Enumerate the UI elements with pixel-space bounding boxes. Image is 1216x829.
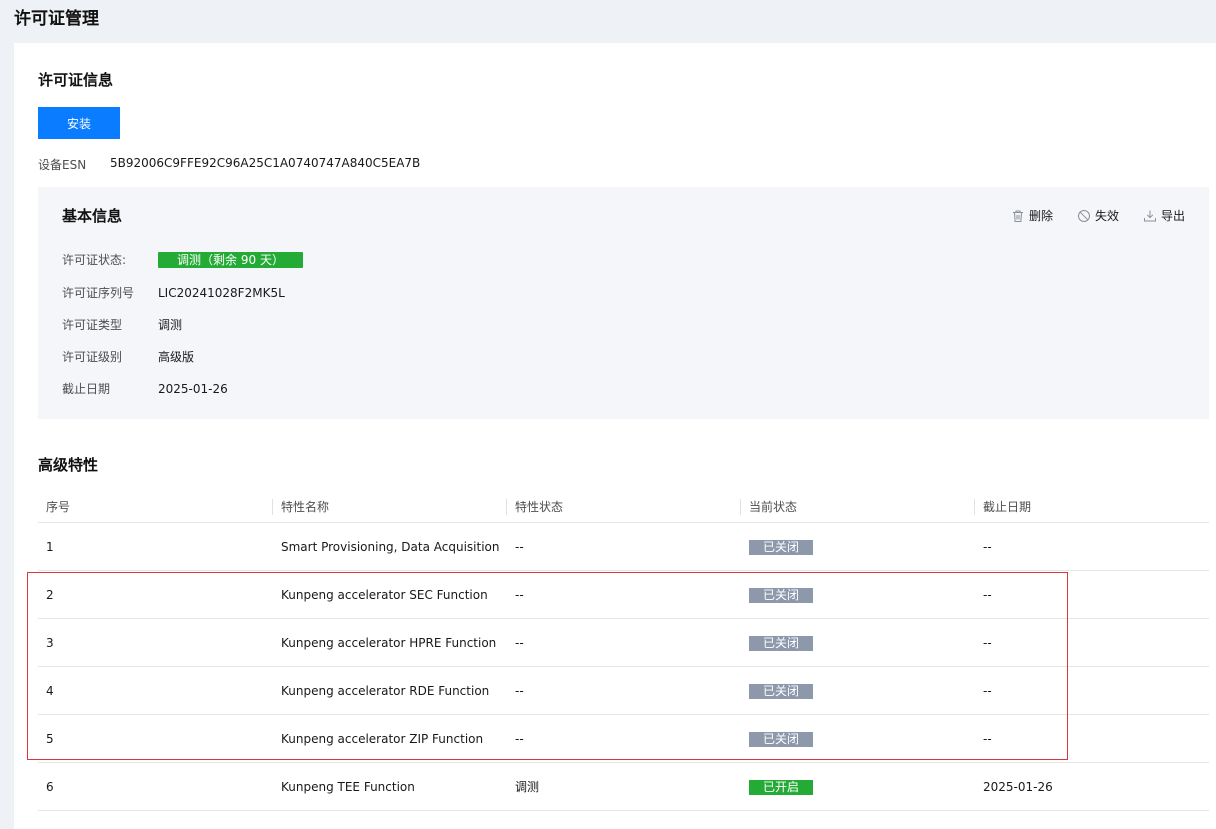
cell-no: 2 bbox=[46, 588, 54, 602]
table-row: 1 Smart Provisioning, Data Acquisition -… bbox=[38, 523, 1209, 571]
col-separator[interactable] bbox=[740, 499, 741, 515]
cell-current-status: 已关闭 bbox=[749, 667, 813, 715]
cell-name: Kunpeng accelerator HPRE Function bbox=[281, 636, 497, 650]
table-header: 序号 特性名称 特性状态 当前状态 截止日期 bbox=[38, 491, 1209, 523]
main-card: 许可证信息 安装 设备ESN 5B92006C9FFE92C96A25C1A07… bbox=[14, 43, 1216, 829]
cell-name: Kunpeng accelerator ZIP Function bbox=[281, 732, 484, 746]
basic-info-title: 基本信息 bbox=[62, 207, 123, 225]
export-label: 导出 bbox=[1160, 209, 1185, 223]
col-header-expiry: 截止日期 bbox=[983, 500, 1032, 514]
status-pill-closed: 已关闭 bbox=[749, 636, 813, 651]
level-row: 许可证级别 高级版 bbox=[62, 348, 194, 365]
export-button[interactable]: 导出 bbox=[1143, 207, 1185, 224]
col-separator[interactable] bbox=[272, 499, 273, 515]
cell-expiry: 2025-01-26 bbox=[983, 780, 1053, 794]
features-title: 高级特性 bbox=[38, 456, 99, 474]
expiry-row: 截止日期 2025-01-26 bbox=[62, 380, 228, 397]
cell-expiry: -- bbox=[983, 540, 992, 554]
cell-no: 6 bbox=[46, 780, 54, 794]
cell-current-status: 已关闭 bbox=[749, 523, 813, 571]
serial-row: 许可证序列号 LIC20241028F2MK5L bbox=[62, 284, 285, 301]
table-row: 4 Kunpeng accelerator RDE Function -- 已关… bbox=[38, 667, 1209, 715]
cell-feature-status: 调测 bbox=[515, 780, 540, 794]
page-title: 许可证管理 bbox=[14, 9, 99, 29]
invalidate-button[interactable]: 失效 bbox=[1077, 207, 1119, 224]
level-value: 高级版 bbox=[158, 350, 195, 364]
cell-expiry: -- bbox=[983, 588, 992, 602]
col-header-feature-status: 特性状态 bbox=[515, 500, 564, 514]
license-info-title: 许可证信息 bbox=[38, 71, 114, 89]
type-row: 许可证类型 调测 bbox=[62, 316, 182, 333]
col-header-current-status: 当前状态 bbox=[749, 500, 798, 514]
col-separator[interactable] bbox=[974, 499, 975, 515]
cell-no: 5 bbox=[46, 732, 54, 746]
cell-no: 4 bbox=[46, 684, 54, 698]
cell-name: Kunpeng TEE Function bbox=[281, 780, 415, 794]
status-row: 许可证状态: 调测（剩余 90 天） bbox=[62, 251, 303, 268]
invalidate-label: 失效 bbox=[1094, 209, 1119, 223]
features-table: 序号 特性名称 特性状态 当前状态 截止日期 1 Smart Provision… bbox=[38, 491, 1209, 811]
delete-button[interactable]: 删除 bbox=[1011, 207, 1053, 224]
status-badge: 调测（剩余 90 天） bbox=[158, 251, 303, 268]
cell-current-status: 已开启 bbox=[749, 763, 813, 811]
cell-expiry: -- bbox=[983, 732, 992, 746]
cell-current-status: 已关闭 bbox=[749, 571, 813, 619]
expiry-label: 截止日期 bbox=[62, 382, 111, 396]
basic-info-panel: 基本信息 删除 失效 导出 许可证状态: 调测（剩余 90 天） 许可证序列号 … bbox=[38, 187, 1209, 419]
col-separator[interactable] bbox=[506, 499, 507, 515]
status-pill-open: 已开启 bbox=[749, 780, 813, 795]
col-header-name: 特性名称 bbox=[281, 500, 330, 514]
esn-row: 设备ESN 5B92006C9FFE92C96A25C1A0740747A840… bbox=[38, 156, 420, 173]
table-row: 2 Kunpeng accelerator SEC Function -- 已关… bbox=[38, 571, 1209, 619]
cell-no: 3 bbox=[46, 636, 54, 650]
basic-actions: 删除 失效 导出 bbox=[1011, 207, 1185, 224]
ban-icon bbox=[1077, 209, 1090, 222]
cell-name: Kunpeng accelerator RDE Function bbox=[281, 684, 490, 698]
cell-feature-status: -- bbox=[515, 540, 524, 554]
install-button[interactable]: 安装 bbox=[38, 107, 120, 139]
cell-expiry: -- bbox=[983, 636, 992, 650]
status-pill-closed: 已关闭 bbox=[749, 732, 813, 747]
esn-label: 设备ESN bbox=[38, 158, 87, 172]
type-value: 调测 bbox=[158, 318, 183, 332]
trash-icon bbox=[1012, 210, 1023, 222]
esn-value: 5B92006C9FFE92C96A25C1A0740747A840C5EA7B bbox=[110, 156, 421, 170]
table-row: 6 Kunpeng TEE Function 调测 已开启 2025-01-26 bbox=[38, 763, 1209, 811]
cell-current-status: 已关闭 bbox=[749, 715, 813, 763]
status-pill-closed: 已关闭 bbox=[749, 684, 813, 699]
download-icon bbox=[1143, 210, 1156, 221]
status-label: 许可证状态: bbox=[62, 253, 127, 267]
cell-feature-status: -- bbox=[515, 588, 524, 602]
cell-name: Smart Provisioning, Data Acquisition bbox=[281, 540, 500, 554]
col-header-no: 序号 bbox=[46, 500, 71, 514]
cell-current-status: 已关闭 bbox=[749, 619, 813, 667]
type-label: 许可证类型 bbox=[62, 318, 123, 332]
table-row: 5 Kunpeng accelerator ZIP Function -- 已关… bbox=[38, 715, 1209, 763]
status-pill-closed: 已关闭 bbox=[749, 540, 813, 555]
serial-label: 许可证序列号 bbox=[62, 286, 135, 300]
cell-feature-status: -- bbox=[515, 684, 524, 698]
cell-no: 1 bbox=[46, 540, 54, 554]
cell-feature-status: -- bbox=[515, 636, 524, 650]
delete-label: 删除 bbox=[1028, 209, 1053, 223]
status-pill-closed: 已关闭 bbox=[749, 588, 813, 603]
table-row: 3 Kunpeng accelerator HPRE Function -- 已… bbox=[38, 619, 1209, 667]
cell-feature-status: -- bbox=[515, 732, 524, 746]
cell-name: Kunpeng accelerator SEC Function bbox=[281, 588, 488, 602]
serial-value: LIC20241028F2MK5L bbox=[158, 285, 285, 300]
level-label: 许可证级别 bbox=[62, 350, 123, 364]
cell-expiry: -- bbox=[983, 684, 992, 698]
expiry-value: 2025-01-26 bbox=[158, 381, 228, 396]
